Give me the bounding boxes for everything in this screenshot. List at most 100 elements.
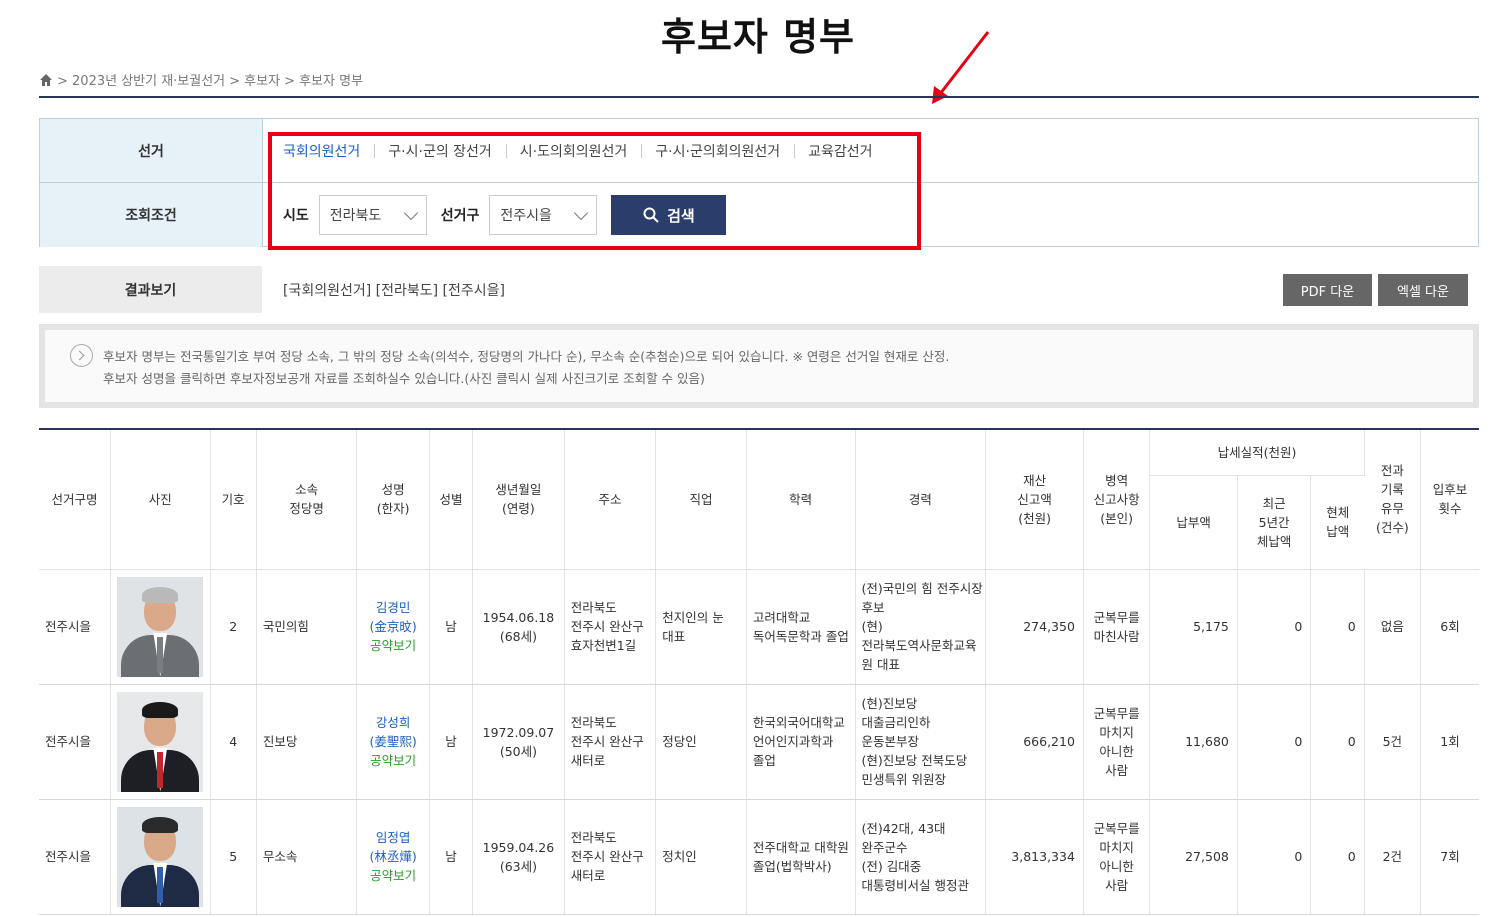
military-line: 아니한 [1099,858,1134,874]
cell-number: 4 [210,684,257,800]
address-line: 효자천변1길 [570,638,637,653]
col-tax-overdue: 최근 5년간 체납액 [1237,475,1312,570]
cell-address: 전라북도전주시 완산구새터로 [564,684,657,800]
excel-download-button[interactable]: 엑셀 다운 [1378,274,1468,306]
career-line: 운동본부장 [861,734,920,749]
header-text: 기록 [1380,482,1404,498]
birth-date: 1959.04.26 [482,839,555,855]
pledge-link[interactable]: 공약보기 [370,868,416,883]
candidate-photo[interactable] [117,691,204,792]
col-photo: 사진 [110,428,211,570]
military-line: 마치지 [1099,724,1134,740]
cell-gender: 남 [429,684,474,800]
cell-record: 2건 [1364,799,1422,915]
birth-date: 1954.06.18 [482,609,555,625]
pledge-link[interactable]: 공약보기 [370,753,416,768]
career-line: 후보 [861,600,885,615]
cell-career: (전)42대, 43대 완주군수 (전) 김대중 대통령비서실 행정관 [855,799,987,915]
address-line: 전라북도 [570,715,617,730]
header-text: 소속 [295,482,319,498]
cell-birth: 1959.04.26 (63세) [472,799,565,915]
cell-name: 김경민 (金京旼) 공약보기 [356,569,430,685]
cell-tax-overdue: 0 [1237,569,1312,685]
header-text: 횟수 [1438,501,1462,517]
home-icon[interactable] [39,73,53,87]
cell-education: 한국외국어대학교 언어인지과학과 졸업 [746,684,856,800]
education-line: 고려대학교 [752,609,811,625]
cell-tax-current: 0 [1310,684,1365,800]
cell-tax-paid: 5,175 [1149,569,1238,685]
notice-line: 후보자 명부는 전국통일기호 부여 정당 소속, 그 밖의 정당 소속(의석수,… [103,349,950,364]
candidate-name-link[interactable]: 강성희 [376,715,411,730]
address-line: 전라북도 [570,600,617,615]
education-line: 졸업(법학박사) [752,858,832,874]
address-line: 전라북도 [570,830,617,845]
cell-runs: 7회 [1420,799,1479,915]
col-job: 직업 [655,428,747,570]
candidate-hanja-link[interactable]: (金京旼) [370,619,417,634]
pledge-link[interactable]: 공약보기 [370,638,416,653]
birth-date: 1972.09.07 [482,724,555,740]
header-text: (연령) [502,501,535,517]
cell-education: 전주대학교 대학원졸업(법학박사) [746,799,856,915]
address-line: 전주시 완산구 [570,734,644,749]
cell-number: 5 [210,799,257,915]
col-number: 기호 [210,428,257,570]
candidate-name-link[interactable]: 김경민 [376,600,411,615]
breadcrumb-item[interactable]: > 후보자 [229,70,280,89]
pdf-download-button[interactable]: PDF 다운 [1283,274,1372,306]
career-line: 완주군수 [861,839,908,855]
military-line: 사람 [1105,762,1129,778]
military-line: 아니한 [1099,743,1134,759]
header-text: 재산 [1023,472,1047,488]
education-line: 전주대학교 대학원 [752,839,849,855]
cell-address: 전라북도 전주시 완산구 새터로 [564,799,657,915]
candidate-name-link[interactable]: 임정엽 [376,830,411,845]
col-runs: 입후보 횟수 [1420,428,1479,570]
candidate-hanja-link[interactable]: (林丞燁) [370,849,417,864]
address-line: 새터로 [570,868,606,883]
col-address: 주소 [564,428,657,570]
military-line: 마친사람 [1093,628,1140,644]
cell-assets: 274,350 [985,569,1084,685]
col-name: 성명 (한자) [356,428,430,570]
notice-box: 후보자 명부는 전국통일기호 부여 정당 소속, 그 밖의 정당 소속(의석수,… [39,324,1479,408]
cell-military: 군복무를 마치지 아니한 사람 [1083,799,1151,915]
address-line: 전주시 완산구 [570,619,644,634]
header-text: 신고사항 [1093,491,1140,507]
breadcrumb-item[interactable]: > 후보자 명부 [284,70,363,89]
header-text: (천원) [1018,510,1051,526]
col-assets: 재산 신고액 (천원) [985,428,1084,570]
condition-label: 조회조건 [40,183,263,247]
header-text: 전과 [1380,463,1404,479]
job-line: 대표 [662,628,686,644]
career-line: 민생특위 위원장 [861,772,946,787]
col-birth: 생년월일 (연령) [472,428,565,570]
candidate-photo[interactable] [117,806,204,907]
cell-runs: 1회 [1420,684,1479,800]
col-military: 병역 신고사항 (본인) [1083,428,1151,570]
cell-career: (전)국민의 힘 전주시장 후보 (현) 전라북도역사문화교육 원 대표 [855,569,987,685]
breadcrumb: > 2023년 상반기 재·보궐선거 > 후보자 > 후보자 명부 [39,70,363,89]
candidate-photo[interactable] [117,576,204,677]
career-line: (전) 김대중 [861,858,922,874]
page-title: 후보자 명부 [660,15,856,59]
breadcrumb-item[interactable]: > 2023년 상반기 재·보궐선거 [57,70,225,89]
address-line: 새터로 [570,753,606,768]
header-text: (건수) [1375,520,1409,536]
cell-record: 5건 [1364,684,1422,800]
career-line: 대출금리인하 [861,715,931,730]
cell-education: 고려대학교 독어독문학과 졸업 [746,569,856,685]
career-line: 원 대표 [861,657,900,672]
cell-military: 군복무를마친사람 [1083,569,1151,685]
cell-birth: 1954.06.18 (68세) [472,569,565,685]
career-line: (현) [861,619,883,634]
candidate-table: 선거구명 사진 기호 소속 정당명 성명 (한자) 성별 생년월일 (연령) 주소 직… [39,428,1479,915]
military-line: 사람 [1105,877,1129,893]
education-line: 졸업 [752,753,776,768]
military-line: 군복무를 [1093,609,1140,625]
header-text: 체납액 [1256,533,1292,549]
candidate-hanja-link[interactable]: (姜聖熙) [370,734,417,749]
career-line: (전)국민의 힘 전주시장 [861,581,983,596]
cell-record: 없음 [1364,569,1422,685]
